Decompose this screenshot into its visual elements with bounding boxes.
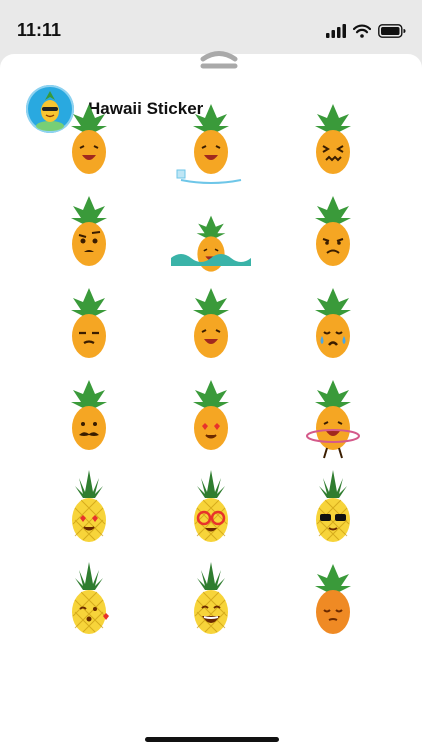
pineapple-sticker-icon bbox=[306, 380, 360, 459]
pineapple-sticker-icon bbox=[72, 470, 106, 542]
sticker-laughing[interactable] bbox=[28, 98, 150, 190]
pineapple-sticker-icon bbox=[171, 215, 251, 272]
status-time: 11:11 bbox=[17, 20, 62, 40]
sticker-sunglasses-spiky[interactable] bbox=[272, 466, 394, 558]
pineapple-sticker-icon bbox=[71, 288, 107, 358]
wifi-icon bbox=[353, 24, 371, 38]
pineapple-sticker-icon bbox=[71, 104, 107, 174]
sticker-laughing-2[interactable] bbox=[150, 282, 272, 374]
pineapple-sticker-icon bbox=[315, 196, 351, 266]
sticker-crying[interactable] bbox=[272, 282, 394, 374]
pineapple-sticker-icon bbox=[315, 104, 351, 174]
sticker-heart-eyes-spiky[interactable] bbox=[28, 466, 150, 558]
chevron-down-icon[interactable] bbox=[199, 50, 239, 70]
pineapple-sticker-icon bbox=[72, 562, 109, 634]
home-indicator[interactable] bbox=[145, 737, 279, 742]
sticker-ice-skating[interactable] bbox=[150, 98, 272, 190]
sticker-glasses-spiky[interactable] bbox=[150, 466, 272, 558]
pineapple-sticker-icon bbox=[176, 104, 242, 184]
sticker-hula-hoop[interactable] bbox=[272, 374, 394, 466]
pineapple-sticker-icon bbox=[193, 380, 229, 450]
status-icons bbox=[326, 24, 406, 38]
battery-icon bbox=[378, 24, 406, 38]
pineapple-sticker-icon bbox=[194, 470, 228, 542]
sticker-sleepy-orange[interactable] bbox=[272, 558, 394, 650]
sticker-kiss-spiky[interactable] bbox=[28, 558, 150, 650]
pineapple-sticker-icon bbox=[315, 288, 351, 358]
sticker-swimming[interactable] bbox=[150, 190, 272, 282]
sticker-frown[interactable] bbox=[28, 282, 150, 374]
pineapple-sticker-icon bbox=[71, 380, 107, 450]
pineapple-sticker-icon bbox=[315, 564, 351, 634]
sticker-mustache[interactable] bbox=[28, 374, 150, 466]
sticker-grid bbox=[28, 98, 394, 650]
pineapple-sticker-icon bbox=[71, 196, 107, 266]
sticker-heart-eyes[interactable] bbox=[150, 374, 272, 466]
sticker-raised-eyebrow[interactable] bbox=[28, 190, 150, 282]
sticker-wince[interactable] bbox=[272, 98, 394, 190]
signal-icon bbox=[326, 24, 346, 38]
pineapple-sticker-icon bbox=[193, 288, 229, 358]
sticker-big-smile-spiky[interactable] bbox=[150, 558, 272, 650]
pineapple-sticker-icon bbox=[194, 562, 228, 634]
pineapple-sticker-icon bbox=[316, 470, 350, 542]
sticker-sad[interactable] bbox=[272, 190, 394, 282]
